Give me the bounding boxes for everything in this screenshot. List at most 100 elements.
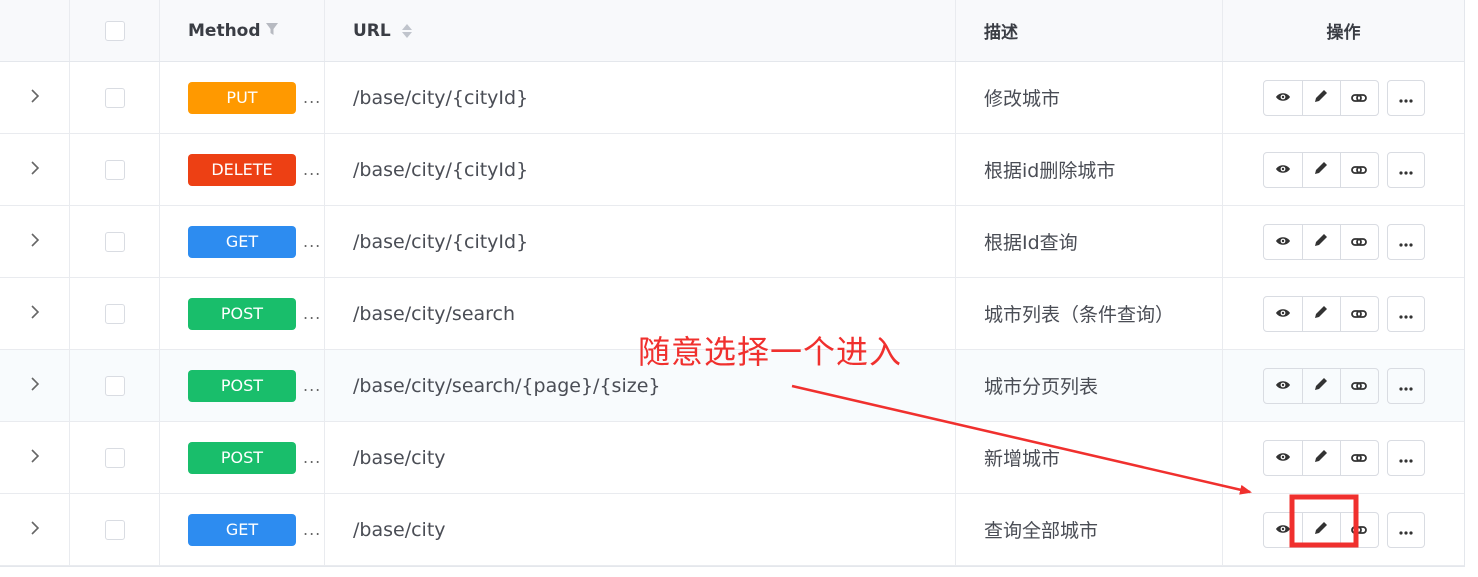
desc-text: 城市分页列表 [984,376,1099,398]
ops-cell [1223,494,1464,565]
sort-icon[interactable] [401,22,413,40]
row-checkbox[interactable] [104,519,125,540]
pencil-icon [1313,520,1329,540]
more-button[interactable] [1386,295,1425,332]
edit-button[interactable] [1301,296,1340,331]
url-cell: /base/city [325,494,956,565]
link-icon [1351,304,1367,323]
row-checkbox[interactable] [104,303,125,324]
more-button[interactable] [1386,439,1425,476]
filter-icon[interactable] [265,21,279,41]
ellipsis-icon [1398,376,1414,395]
eye-icon [1275,304,1291,323]
header-desc-cell: 描述 [956,0,1223,61]
eye-icon [1275,232,1291,251]
link-button[interactable] [1339,368,1378,403]
action-button-group [1262,367,1379,404]
more-button[interactable] [1386,151,1425,188]
truncation-ellipsis: ... [303,88,322,107]
table-row: PUT ... /base/city/{cityId} 修改城市 [0,62,1464,134]
edit-button[interactable] [1301,440,1340,475]
link-button[interactable] [1339,296,1378,331]
edit-button[interactable] [1301,512,1340,547]
expand-cell [0,278,70,349]
method-badge: PUT [188,81,296,114]
method-cell: GET ... [160,206,325,277]
action-button-group [1262,151,1379,188]
table-row: GET ... /base/city 查询全部城市 [0,494,1464,566]
more-button[interactable] [1386,79,1425,116]
link-button[interactable] [1339,512,1378,547]
link-icon [1351,520,1367,539]
chevron-right-icon[interactable] [30,232,40,252]
checkbox-cell [70,62,160,133]
link-icon [1351,88,1367,107]
view-button[interactable] [1264,225,1302,259]
ops-cell [1223,350,1464,421]
chevron-right-icon[interactable] [30,520,40,540]
ops-cell [1223,134,1464,205]
method-badge: POST [188,441,296,474]
row-checkbox[interactable] [104,231,125,252]
method-badge: POST [188,297,296,330]
header-ops-label: 操作 [1326,23,1361,43]
row-checkbox[interactable] [104,159,125,180]
checkbox-cell [70,134,160,205]
row-checkbox[interactable] [104,87,125,108]
url-cell: /base/city [325,422,956,493]
header-url-cell: URL [325,0,956,61]
link-button[interactable] [1339,440,1378,475]
ellipsis-icon [1398,160,1414,179]
more-button[interactable] [1386,511,1425,548]
pencil-icon [1313,376,1329,396]
link-button[interactable] [1339,80,1378,115]
action-button-group [1262,511,1379,548]
pencil-icon [1313,448,1329,468]
view-button[interactable] [1264,81,1302,115]
expand-cell [0,494,70,565]
method-cell: PUT ... [160,62,325,133]
edit-button[interactable] [1301,152,1340,187]
table-row: DELETE ... /base/city/{cityId} 根据id删除城市 [0,134,1464,206]
chevron-right-icon[interactable] [30,448,40,468]
checkbox-cell [70,278,160,349]
view-button[interactable] [1264,297,1302,331]
url-text: /base/city/{cityId} [353,86,529,109]
method-badge: POST [188,369,296,402]
url-cell: /base/city/{cityId} [325,62,956,133]
view-button[interactable] [1264,153,1302,187]
chevron-right-icon[interactable] [30,88,40,108]
ellipsis-icon [1398,448,1414,467]
pencil-icon [1313,88,1329,108]
view-button[interactable] [1264,369,1302,403]
view-button[interactable] [1264,513,1302,547]
edit-button[interactable] [1301,368,1340,403]
edit-button[interactable] [1301,80,1340,115]
ops-cell [1223,62,1464,133]
row-checkbox[interactable] [104,375,125,396]
chevron-right-icon[interactable] [30,376,40,396]
checkbox-cell [70,422,160,493]
truncation-ellipsis: ... [303,304,322,323]
ops-cell [1223,278,1464,349]
pencil-icon [1313,304,1329,324]
chevron-right-icon[interactable] [30,304,40,324]
chevron-right-icon[interactable] [30,160,40,180]
eye-icon [1275,88,1291,107]
link-button[interactable] [1339,224,1378,259]
desc-cell: 修改城市 [956,62,1223,133]
more-button[interactable] [1386,367,1425,404]
edit-button[interactable] [1301,224,1340,259]
url-text: /base/city/search [353,302,516,325]
method-badge: GET [188,513,296,546]
link-icon [1351,232,1367,251]
view-button[interactable] [1264,441,1302,475]
truncation-ellipsis: ... [303,160,322,179]
more-button[interactable] [1386,223,1425,260]
link-button[interactable] [1339,152,1378,187]
table-row: GET ... /base/city/{cityId} 根据Id查询 [0,206,1464,278]
select-all-checkbox[interactable] [104,20,125,41]
truncation-ellipsis: ... [303,232,322,251]
row-checkbox[interactable] [104,447,125,468]
desc-cell: 新增城市 [956,422,1223,493]
